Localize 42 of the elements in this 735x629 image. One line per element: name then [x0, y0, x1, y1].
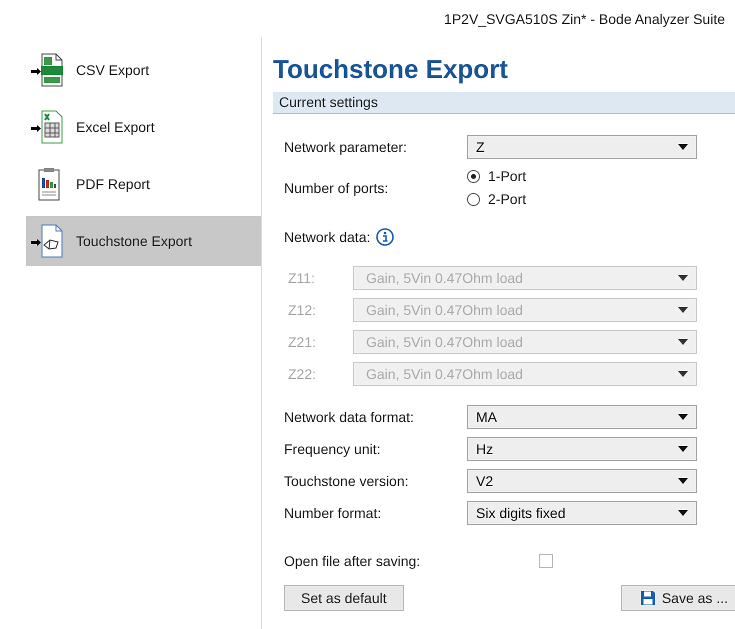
sidebar-item[interactable]: PDF Report: [26, 155, 261, 212]
save-as-button[interactable]: Save as ...: [620, 585, 735, 611]
field-label: Network data:: [284, 229, 370, 245]
field-label: Z12:: [287, 302, 318, 318]
touchstone-file-icon: [30, 223, 64, 259]
dropdown[interactable]: Six digits fixed: [467, 501, 697, 525]
caret-icon: [678, 339, 688, 345]
caret-icon: [678, 446, 688, 452]
field-label: Frequency unit:: [284, 441, 382, 457]
field-label: Number of ports:: [284, 180, 390, 196]
caret-icon: [678, 478, 688, 484]
field-label: Touchstone version:: [284, 473, 410, 489]
field-label: Network data format:: [284, 409, 415, 425]
dropdown[interactable]: Z: [467, 135, 697, 159]
field-label: Z21:: [287, 334, 318, 350]
spreadsheet-file-icon: [30, 108, 64, 144]
sidebar-item[interactable]: Excel Export: [26, 98, 261, 155]
caret-icon: [678, 307, 688, 313]
caret-icon: [678, 275, 688, 281]
field-label: Network parameter:: [284, 139, 408, 155]
caret-icon: [678, 371, 688, 377]
set-default-button[interactable]: Set as default: [284, 585, 404, 611]
field-label: Number format:: [284, 505, 382, 521]
field-label: Open file after saving:: [284, 553, 422, 569]
csv-file-icon: [30, 52, 64, 88]
sidebar-item[interactable]: Touchstone Export: [26, 216, 261, 266]
checkbox[interactable]: [539, 554, 553, 568]
dropdown[interactable]: Hz: [467, 437, 697, 461]
field-label: Z22:: [287, 366, 318, 382]
field-label: Z11:: [287, 270, 316, 286]
page-title: Touchstone Export: [273, 53, 509, 86]
radio-option[interactable]: 1-Port: [467, 168, 526, 184]
caret-icon: [678, 414, 688, 420]
caret-icon: [678, 510, 688, 516]
window-title: 1P2V_SVGA510S Zin* - Bode Analyzer Suite: [444, 10, 725, 26]
info-icon[interactable]: [376, 228, 394, 246]
radio-option[interactable]: 2-Port: [467, 191, 526, 207]
dropdown[interactable]: MA: [467, 405, 697, 429]
sidebar-item[interactable]: CSV Export: [26, 41, 261, 98]
dropdown[interactable]: V2: [467, 469, 697, 493]
caret-icon: [678, 144, 688, 150]
section-header: Current settings: [273, 92, 735, 114]
